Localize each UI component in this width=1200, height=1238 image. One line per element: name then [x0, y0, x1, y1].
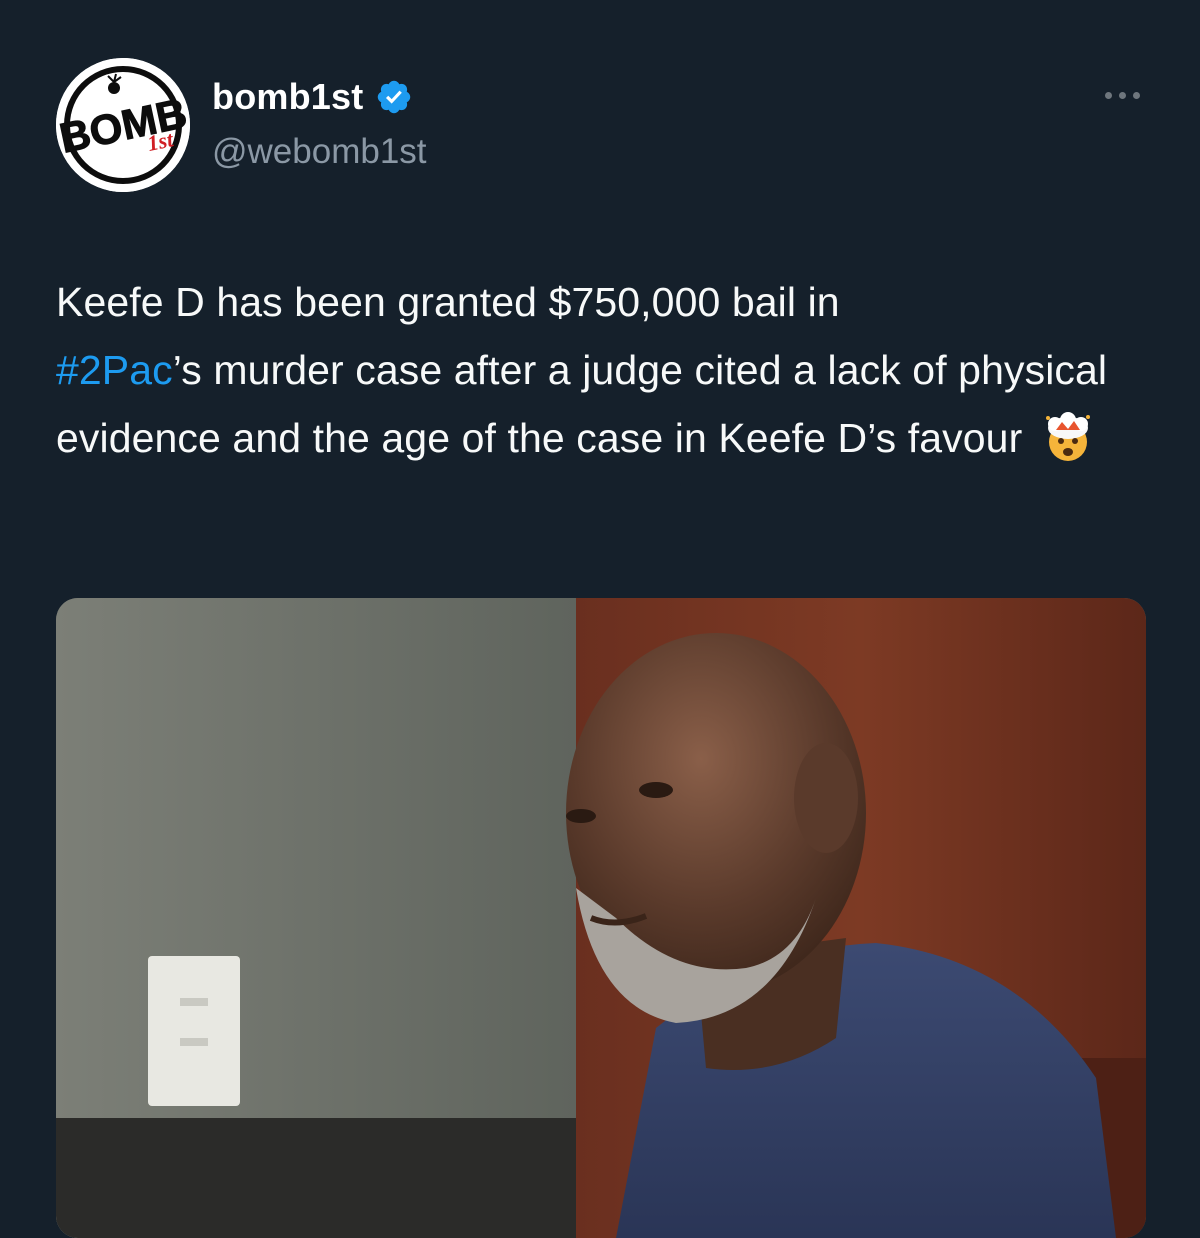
tweet-text-line1: Keefe D has been granted $750,000 bail i… [56, 279, 840, 325]
more-dot-icon [1132, 91, 1140, 99]
author-display-name[interactable]: bomb1st [212, 76, 363, 118]
author-name-row[interactable]: bomb1st [212, 76, 413, 118]
bomb1st-logo-icon: BOMB 1st [56, 58, 190, 192]
more-options-button[interactable] [1100, 80, 1144, 110]
tweet[interactable]: BOMB 1st bomb1st @webomb1st Keefe D has … [0, 0, 1200, 1238]
tweet-text: Keefe D has been granted $750,000 bail i… [56, 268, 1156, 472]
more-dot-icon [1118, 91, 1126, 99]
hashtag-link[interactable]: #2Pac [56, 347, 173, 393]
exploding-head-emoji-icon [1045, 412, 1090, 461]
author-avatar[interactable]: BOMB 1st [56, 58, 190, 192]
verified-badge-icon [378, 80, 411, 114]
author-handle[interactable]: @webomb1st [212, 132, 427, 172]
tweet-text-rest: ’s murder case after a judge cited a lac… [56, 347, 1108, 461]
tweet-media-photo[interactable] [56, 598, 1146, 1238]
photo-image [56, 598, 1146, 1238]
more-dot-icon [1104, 91, 1112, 99]
